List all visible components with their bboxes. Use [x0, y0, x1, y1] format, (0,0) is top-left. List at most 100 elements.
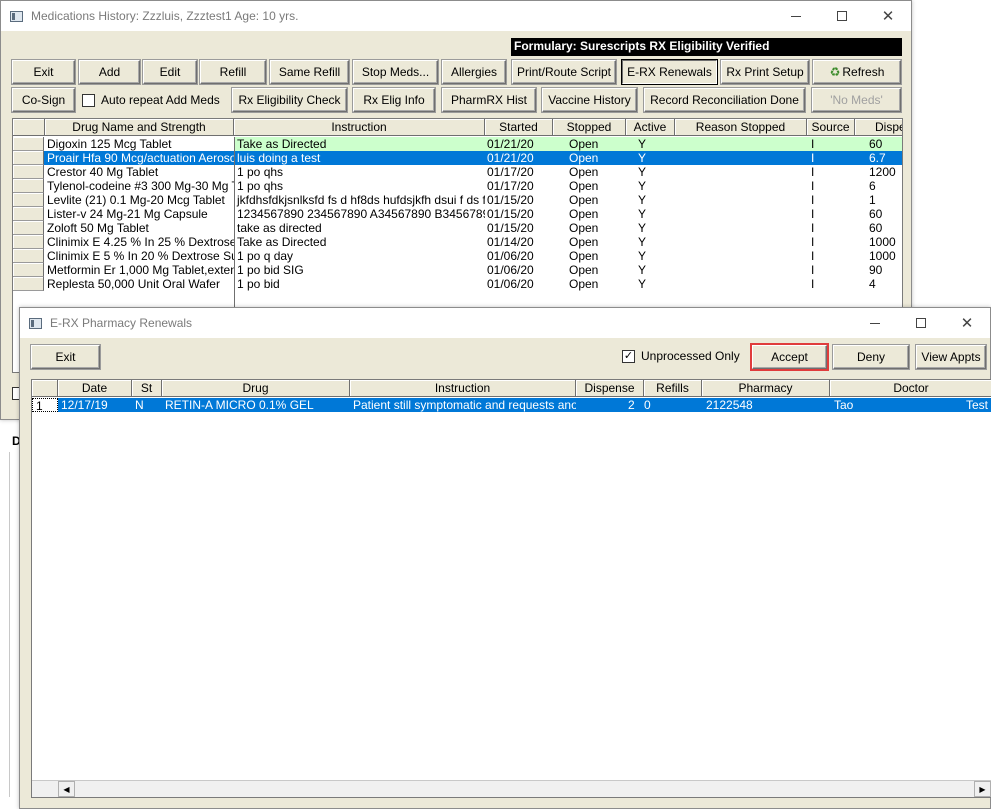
renewals-minimize-icon[interactable]	[852, 308, 898, 338]
row-header[interactable]	[13, 151, 44, 165]
rx-eligibility-check-button[interactable]: Rx Eligibility Check	[232, 88, 347, 112]
col-header-active[interactable]: Active	[626, 119, 675, 136]
scroll-left-icon[interactable]: ◀	[58, 781, 75, 797]
col-header-started[interactable]: Started	[485, 119, 553, 136]
vaccine-history-button[interactable]: Vaccine History	[542, 88, 637, 112]
minimize-icon[interactable]	[773, 1, 819, 31]
col-header-refills[interactable]: Refills	[644, 380, 702, 397]
table-row[interactable]: Replesta 50,000 Unit Oral Wafer 1 po bid 0…	[13, 277, 902, 291]
checkbox-box[interactable]	[82, 93, 95, 107]
col-header-dispense[interactable]: Dispense	[576, 380, 644, 397]
col-header-stopped[interactable]: Stopped	[553, 119, 626, 136]
close-icon[interactable]: ✕	[865, 1, 911, 31]
row-header[interactable]	[13, 179, 44, 193]
table-row[interactable]: Clinimix E 5 % In 20 % Dextrose Sulfite …	[13, 249, 902, 263]
col-header-doctor[interactable]: Doctor	[830, 380, 991, 397]
row-header[interactable]	[13, 137, 44, 151]
table-cell: Y	[638, 235, 647, 249]
row-header[interactable]	[13, 221, 44, 235]
col-header-st[interactable]: St	[132, 380, 162, 397]
renewals-titlebar[interactable]: E-RX Pharmacy Renewals ✕	[20, 308, 990, 338]
table-cell: I	[811, 277, 815, 291]
table-row[interactable]: Lister-v 24 Mg-21 Mg Capsule 1234567890 2…	[13, 207, 902, 221]
auto-repeat-checkbox[interactable]: Auto repeat Add Meds	[82, 93, 220, 107]
row-header[interactable]	[13, 235, 44, 249]
same-refill-button[interactable]: Same Refill	[270, 60, 349, 84]
row-header[interactable]	[13, 263, 44, 277]
refill-button[interactable]: Refill	[200, 60, 266, 84]
table-row[interactable]: Digoxin 125 Mcg Tablet Take as Directed 01…	[13, 137, 902, 151]
allergies-button[interactable]: Allergies	[442, 60, 506, 84]
table-cell: Patient still symptomatic and requests a…	[353, 398, 576, 412]
no-meds-button[interactable]: 'No Meds'	[812, 88, 901, 112]
table-cell: I	[811, 207, 815, 221]
table-row[interactable]: Clinimix E 4.25 % In 25 % Dextrose Sulfi…	[13, 235, 902, 249]
cosign-button[interactable]: Co-Sign	[12, 88, 75, 112]
row-header[interactable]	[13, 165, 44, 179]
row-header[interactable]	[13, 277, 44, 291]
unprocessed-checkbox-box[interactable]: ✓	[622, 349, 635, 363]
table-cell: Y	[626, 137, 675, 151]
print-route-script-button[interactable]: Print/Route Script	[512, 60, 616, 84]
rx-elig-info-button[interactable]: Rx Elig Info	[353, 88, 435, 112]
col-header-pharmacy[interactable]: Pharmacy	[702, 380, 830, 397]
unprocessed-only-checkbox[interactable]: ✓ Unprocessed Only	[622, 349, 740, 363]
col-header-drug[interactable]: Drug Name and Strength	[45, 119, 234, 136]
table-cell	[675, 207, 807, 221]
col-header-dispense[interactable]: Dispe	[855, 119, 902, 136]
renewal-row[interactable]: 1 12/17/19 N RETIN-A MICRO 0.1% GEL Patient …	[32, 398, 991, 412]
horizontal-scrollbar[interactable]: ◀ ▶	[32, 780, 991, 797]
table-cell: 01/06/20	[487, 263, 534, 277]
table-row[interactable]: Proair Hfa 90 Mcg/actuation Aerosol In lu…	[13, 151, 902, 165]
view-appts-button[interactable]: View Appts	[916, 345, 986, 369]
table-cell: 01/15/20	[487, 207, 534, 221]
col-header-drug[interactable]: Drug	[162, 380, 350, 397]
renewals-maximize-icon[interactable]	[898, 308, 944, 338]
record-reconciliation-done-button[interactable]: Record Reconciliation Done	[644, 88, 805, 112]
renewals-close-icon[interactable]: ✕	[944, 308, 990, 338]
col-header-source[interactable]: Source	[807, 119, 855, 136]
stop-meds-button[interactable]: Stop Meds...	[353, 60, 438, 84]
col-header-instruction[interactable]: Instruction	[350, 380, 576, 397]
table-cell: 01/21/20	[487, 151, 534, 165]
row-header[interactable]	[13, 249, 44, 263]
table-cell: Open	[569, 151, 599, 165]
col-header-instruction[interactable]: Instruction	[234, 119, 485, 136]
table-cell: 90	[869, 263, 883, 277]
table-cell: Levlite (21) 0.1 Mg-20 Mcg Tablet	[47, 193, 225, 207]
maximize-icon[interactable]	[819, 1, 865, 31]
table-cell: Clinimix E 5 % In 20 % Dextrose Sulfite …	[47, 249, 234, 263]
table-row[interactable]: Levlite (21) 0.1 Mg-20 Mcg Tablet jkfdhsf…	[13, 193, 902, 207]
table-cell: Open	[569, 207, 599, 221]
deny-button[interactable]: Deny	[833, 345, 909, 369]
col-header-date[interactable]: Date	[58, 380, 132, 397]
table-cell: Open	[569, 165, 599, 179]
table-cell: Proair Hfa 90 Mcg/actuation Aerosol In	[47, 151, 234, 165]
pharmrx-hist-button[interactable]: PharmRX Hist	[442, 88, 536, 112]
edit-button[interactable]: Edit	[143, 60, 197, 84]
table-cell: Open	[569, 179, 599, 193]
row-header[interactable]	[13, 193, 44, 207]
table-cell: 6	[869, 179, 876, 193]
table-row[interactable]: Zoloft 50 Mg Tablet take as directed 01/15…	[13, 221, 902, 235]
scroll-right-icon[interactable]: ▶	[974, 781, 991, 797]
main-titlebar[interactable]: Medications History: Zzzluis, Zzztest1 A…	[1, 1, 911, 31]
rx-print-setup-button[interactable]: Rx Print Setup	[721, 60, 809, 84]
col-header-reason-stopped[interactable]: Reason Stopped	[675, 119, 807, 136]
accept-button[interactable]: Accept	[750, 343, 829, 371]
refresh-button[interactable]: ♻ Refresh	[813, 60, 901, 84]
erx-renewals-button[interactable]: E-RX Renewals	[622, 60, 717, 84]
table-cell: Open	[569, 263, 599, 277]
add-button[interactable]: Add	[79, 60, 140, 84]
table-cell: Replesta 50,000 Unit Oral Wafer	[47, 277, 220, 291]
table-cell: I	[811, 249, 815, 263]
row-header[interactable]	[13, 207, 44, 221]
renewals-exit-button[interactable]: Exit	[31, 345, 100, 369]
table-row[interactable]: Crestor 40 Mg Tablet 1 po qhs 01/17/20 Open…	[13, 165, 902, 179]
exit-button[interactable]: Exit	[12, 60, 75, 84]
table-cell: 2122548	[706, 398, 753, 412]
table-cell: I	[811, 221, 815, 235]
table-row[interactable]: Tylenol-codeine #3 300 Mg-30 Mg Tab 1 po …	[13, 179, 902, 193]
table-row[interactable]: Metformin Er 1,000 Mg Tablet,extended1 p…	[13, 263, 902, 277]
table-cell: Open	[553, 137, 626, 151]
